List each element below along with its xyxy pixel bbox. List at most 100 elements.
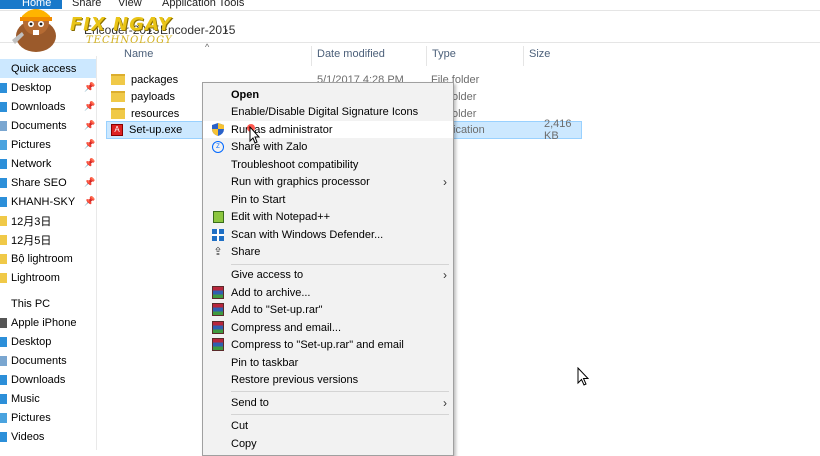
menu-item-add-to-setup-rar[interactable]: Add to "Set-up.rar" bbox=[203, 301, 453, 318]
column-date-modified[interactable]: Date modified bbox=[317, 48, 385, 60]
menu-item-share-with-zalo[interactable]: Z Share with Zalo bbox=[203, 138, 453, 155]
pin-icon[interactable]: 📌 bbox=[84, 101, 96, 112]
file-type: older bbox=[452, 90, 477, 103]
nav-item-network[interactable]: Network 📌 bbox=[0, 154, 96, 173]
tab-application-tools[interactable]: Application Tools bbox=[162, 0, 244, 9]
phone-icon bbox=[0, 317, 7, 328]
pin-icon[interactable]: 📌 bbox=[84, 120, 96, 131]
nav-this-pc[interactable]: This PC bbox=[0, 294, 96, 313]
nav-item-downloads-pc[interactable]: Downloads bbox=[0, 370, 96, 389]
column-divider[interactable] bbox=[426, 46, 427, 66]
notepad-plus-icon bbox=[211, 210, 225, 224]
chevron-right-icon: › bbox=[443, 395, 447, 410]
documents-icon bbox=[0, 355, 7, 366]
folder-icon bbox=[0, 272, 7, 283]
winrar-icon bbox=[211, 286, 225, 300]
nav-item-apple-iphone[interactable]: Apple iPhone bbox=[0, 313, 96, 332]
column-type[interactable]: Type bbox=[432, 48, 456, 60]
menu-item-add-to-archive[interactable]: Add to archive... bbox=[203, 284, 453, 301]
mouse-cursor-icon bbox=[577, 367, 590, 386]
menu-item-compress-to-setup-rar-and-email[interactable]: Compress to "Set-up.rar" and email bbox=[203, 336, 453, 353]
menu-item-run-as-administrator[interactable]: Run as administrator bbox=[203, 121, 453, 138]
file-type: older bbox=[452, 107, 477, 120]
nav-item-pictures-pc[interactable]: Pictures bbox=[0, 408, 96, 427]
nav-quick-access[interactable]: Quick access bbox=[0, 59, 96, 78]
nav-item-documents-pc[interactable]: Documents bbox=[0, 351, 96, 370]
downloads-icon bbox=[0, 101, 7, 112]
nav-item-folder[interactable]: 12月5日 bbox=[0, 230, 96, 249]
tab-view[interactable]: View bbox=[118, 0, 142, 9]
breadcrumb-chevron-icon[interactable]: › bbox=[224, 23, 228, 37]
computer-icon bbox=[0, 196, 7, 207]
desktop-icon bbox=[0, 336, 7, 347]
menu-item-open[interactable]: Open bbox=[203, 86, 453, 103]
share-icon: ⇪ bbox=[213, 246, 223, 258]
menu-item-share[interactable]: ⇪ Share bbox=[203, 243, 453, 260]
menu-item-scan-with-defender[interactable]: Scan with Windows Defender... bbox=[203, 226, 453, 243]
mouse-cursor-icon bbox=[247, 124, 261, 144]
nav-item-desktop[interactable]: Desktop 📌 bbox=[0, 78, 96, 97]
ribbon: Home Share View Application Tools bbox=[0, 0, 820, 11]
chevron-right-icon: › bbox=[443, 174, 447, 189]
menu-item-edit-with-notepad-plus[interactable]: Edit with Notepad++ bbox=[203, 208, 453, 225]
menu-item-give-access-to[interactable]: Give access to › bbox=[203, 266, 453, 283]
nav-item-downloads[interactable]: Downloads 📌 bbox=[0, 97, 96, 116]
winrar-icon bbox=[211, 338, 225, 352]
column-size[interactable]: Size bbox=[529, 48, 550, 60]
nav-item-documents[interactable]: Documents 📌 bbox=[0, 116, 96, 135]
pin-icon[interactable]: 📌 bbox=[84, 82, 96, 93]
uac-shield-icon bbox=[211, 123, 225, 137]
tab-share[interactable]: Share bbox=[72, 0, 101, 9]
menu-item-copy[interactable]: Copy bbox=[203, 435, 453, 452]
nav-item-music[interactable]: Music bbox=[0, 389, 96, 408]
column-name[interactable]: Name bbox=[124, 48, 153, 60]
folder-icon bbox=[0, 253, 7, 264]
menu-item-pin-to-taskbar[interactable]: Pin to taskbar bbox=[203, 354, 453, 371]
nav-item-khanh-sky[interactable]: KHANH-SKY 📌 bbox=[0, 192, 96, 211]
folder-icon bbox=[111, 108, 125, 119]
menu-separator bbox=[231, 414, 449, 415]
pin-icon[interactable]: 📌 bbox=[84, 177, 96, 188]
menu-separator bbox=[231, 264, 449, 265]
menu-item-run-with-graphics-processor[interactable]: Run with graphics processor › bbox=[203, 173, 453, 190]
menu-item-send-to[interactable]: Send to › bbox=[203, 394, 453, 411]
sort-up-icon: ^ bbox=[205, 42, 210, 52]
chevron-right-icon: › bbox=[443, 267, 447, 282]
pin-icon[interactable]: 📌 bbox=[84, 196, 96, 207]
nav-item-videos[interactable]: Videos bbox=[0, 427, 96, 446]
nav-item-lightroom[interactable]: Lightroom bbox=[0, 268, 96, 287]
pc-icon bbox=[0, 299, 7, 309]
folder-icon bbox=[111, 91, 125, 102]
network-folder-icon bbox=[0, 177, 7, 188]
nav-item-desktop-pc[interactable]: Desktop bbox=[0, 332, 96, 351]
nav-item-bo-lightroom[interactable]: Bộ lightroom bbox=[0, 249, 96, 268]
adobe-app-icon: A bbox=[111, 124, 123, 136]
menu-separator bbox=[231, 391, 449, 392]
column-divider[interactable] bbox=[311, 46, 312, 66]
nav-item-share-seo[interactable]: Share SEO 📌 bbox=[0, 173, 96, 192]
file-type: ication bbox=[453, 124, 485, 136]
winrar-icon bbox=[211, 321, 225, 335]
downloads-icon bbox=[0, 374, 7, 385]
pin-icon[interactable]: 📌 bbox=[84, 158, 96, 169]
nav-item-folder[interactable]: 12月3日 bbox=[0, 211, 96, 230]
menu-item-restore-previous-versions[interactable]: Restore previous versions bbox=[203, 371, 453, 388]
pin-icon[interactable]: 📌 bbox=[84, 139, 96, 150]
videos-icon bbox=[0, 431, 7, 442]
nav-item-pictures[interactable]: Pictures 📌 bbox=[0, 135, 96, 154]
logo-subtitle: TECHNOLOGY bbox=[86, 35, 173, 46]
menu-item-digital-signature[interactable]: Enable/Disable Digital Signature Icons bbox=[203, 103, 453, 120]
music-icon bbox=[0, 393, 7, 404]
folder-icon bbox=[0, 215, 7, 226]
pictures-icon bbox=[0, 412, 7, 423]
menu-item-cut[interactable]: Cut bbox=[203, 417, 453, 434]
folder-icon bbox=[111, 74, 125, 85]
logo-title: FIX NGAY bbox=[70, 14, 172, 35]
star-icon bbox=[0, 64, 7, 74]
folder-icon bbox=[0, 234, 7, 245]
menu-item-pin-to-start[interactable]: Pin to Start bbox=[203, 191, 453, 208]
menu-item-troubleshoot-compatibility[interactable]: Troubleshoot compatibility bbox=[203, 156, 453, 173]
column-divider[interactable] bbox=[523, 46, 524, 66]
documents-icon bbox=[0, 120, 7, 131]
menu-item-compress-and-email[interactable]: Compress and email... bbox=[203, 319, 453, 336]
